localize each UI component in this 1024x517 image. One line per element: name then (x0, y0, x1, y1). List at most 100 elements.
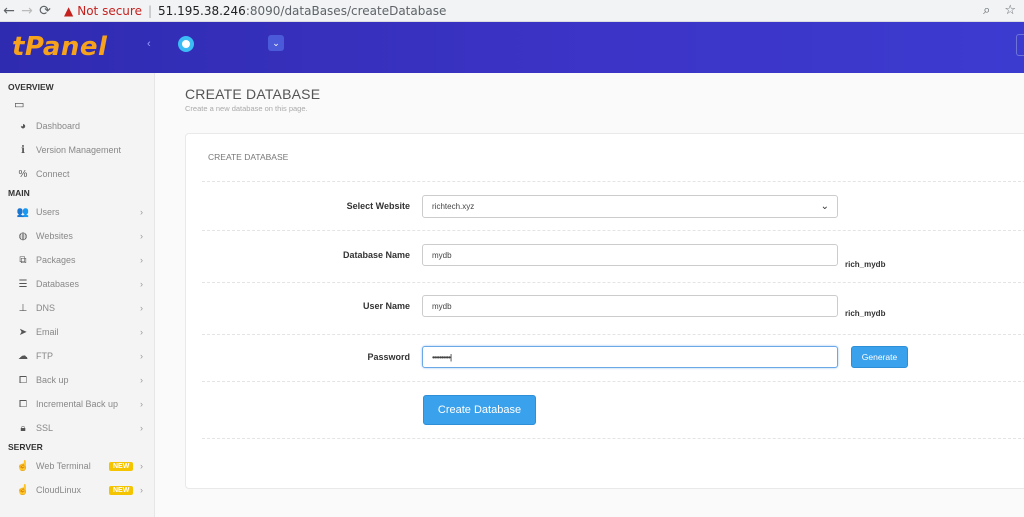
password-input[interactable]: •••••••••• | (422, 346, 838, 368)
sidebar-item-label: Web Terminal (36, 461, 91, 471)
chevron-right-icon: › (140, 423, 143, 433)
link-icon: % (18, 168, 28, 180)
sidebar-item-label: Users (36, 207, 60, 217)
url-separator: | (147, 3, 153, 18)
sidebar-item-packages[interactable]: ⧉ Packages › (0, 248, 154, 272)
select-website-dropdown[interactable]: richtech.xyz ⌄ (422, 195, 838, 218)
sidebar-section-server: SERVER (8, 442, 43, 452)
divider (202, 438, 1024, 439)
bookmark-star-icon[interactable]: ☆ (1004, 3, 1016, 18)
select-website-label: Select Website (346, 201, 410, 211)
user-name-label: User Name (362, 301, 410, 311)
sidebar-item-label: DNS (36, 303, 56, 313)
zoom-icon[interactable]: ⌕ (983, 3, 990, 18)
browser-toolbar: ← → ⟳ ▲ Not secure | 51.195.38.246:8090/… (0, 0, 1024, 22)
chevron-right-icon: › (140, 351, 143, 361)
users-icon: 👥 (16, 206, 30, 218)
sidebar-item-label: CloudLinux (36, 485, 82, 495)
divider (202, 381, 1024, 382)
divider (202, 334, 1024, 335)
chevron-right-icon: › (140, 279, 143, 289)
sidebar-item-websites[interactable]: ◍ Websites › (0, 224, 154, 248)
sidebar-item-ssl[interactable]: 🔒︎ SSL › (0, 416, 154, 440)
forward-icon[interactable]: → (18, 3, 36, 19)
browser-actions: ⌕ ☆ (983, 3, 1016, 18)
sidebar-item-users[interactable]: 👥 Users › (0, 200, 154, 224)
copy-icon: ⧠ (19, 374, 27, 386)
sidebar-item-ftp[interactable]: ☁ FTP › (0, 344, 154, 368)
sidebar-item-backup[interactable]: ⧠ Back up › (0, 368, 154, 392)
page-title: CREATE DATABASE (185, 86, 321, 102)
warning-icon[interactable]: ▲ (64, 4, 73, 18)
generate-button[interactable]: Generate (851, 346, 908, 368)
page-subtitle: Create a new database on this page. (185, 104, 308, 113)
header-edge-button[interactable] (1016, 34, 1024, 56)
url-host: 51.195.38.246 (158, 3, 246, 18)
chevron-right-icon: › (140, 461, 143, 471)
reload-icon[interactable]: ⟳ (36, 3, 54, 19)
not-secure-label[interactable]: Not secure (77, 4, 142, 18)
sidebar-item-label: SSL (36, 423, 54, 433)
sidebar-section-main: MAIN (8, 188, 30, 198)
chevron-down-icon: ⌄ (820, 201, 829, 212)
password-label: Password (367, 352, 410, 362)
card-title: CREATE DATABASE (208, 152, 289, 162)
info-icon: i (21, 144, 25, 156)
chevron-right-icon: › (140, 375, 143, 385)
sidebar-item-email[interactable]: ➤ Email › (0, 320, 154, 344)
sidebar-item-cloudlinux[interactable]: ☝ CloudLinux NEW › (0, 478, 154, 502)
sidebar-section-overview: OVERVIEW (8, 82, 54, 92)
top-header: tPanel ‹ ⌄ (0, 22, 1024, 73)
copy-icon: ⧠ (19, 398, 27, 410)
sidebar-item-label: FTP (36, 351, 53, 361)
text-cursor: | (450, 352, 453, 362)
database-name-value: mydb (432, 250, 452, 260)
main-content: CREATE DATABASE Create a new database on… (155, 73, 1024, 517)
chevron-right-icon: › (140, 399, 143, 409)
avatar-icon (182, 40, 190, 48)
chevron-right-icon: › (140, 255, 143, 265)
cloud-upload-icon: ☁ (18, 350, 28, 362)
sidebar-item-dns[interactable]: ⊥ DNS › (0, 296, 154, 320)
sidebar-item-label: Packages (36, 255, 76, 265)
database-name-input[interactable]: mydb (422, 244, 838, 266)
back-icon[interactable]: ← (0, 3, 18, 19)
select-website-value: richtech.xyz (432, 202, 475, 211)
chevron-right-icon: › (140, 303, 143, 313)
monitor-icon: ▭ (14, 98, 25, 111)
chevron-right-icon: › (140, 231, 143, 241)
sitemap-icon: ⊥ (18, 302, 28, 314)
database-name-label: Database Name (342, 250, 410, 260)
sidebar-item-dashboard[interactable]: ◕ Dashboard (0, 114, 154, 138)
chevron-right-icon: › (140, 207, 143, 217)
chevron-down-icon[interactable]: ⌄ (268, 35, 284, 51)
divider (202, 282, 1024, 283)
sidebar-item-databases[interactable]: ☰ Databases › (0, 272, 154, 296)
sidebar-item-label: Databases (36, 279, 80, 289)
sidebar-item-label: Incremental Back up (36, 399, 119, 409)
sidebar-item-version-management[interactable]: i Version Management (0, 138, 154, 162)
sidebar-collapse-icon[interactable]: ‹ (147, 38, 151, 50)
sidebar-item-label: Connect (36, 169, 70, 179)
sidebar-item-label: Version Management (36, 145, 122, 155)
address-bar[interactable]: 51.195.38.246:8090/dataBases/createDatab… (158, 4, 446, 18)
lock-icon: 🔒︎ (20, 422, 26, 434)
new-badge: NEW (109, 485, 134, 495)
create-database-button[interactable]: Create Database (423, 395, 536, 425)
sidebar-item-incremental-backup[interactable]: ⧠ Incremental Back up › (0, 392, 154, 416)
user-name-input[interactable]: mydb (422, 295, 838, 317)
pointer-icon: ☝ (16, 460, 30, 472)
cubes-icon: ⧉ (19, 254, 27, 266)
chevron-right-icon: › (140, 485, 143, 495)
password-value: •••••••••• (432, 352, 451, 362)
user-name-preview: rich_mydb (845, 309, 886, 318)
sidebar: OVERVIEW ▭ ◕ Dashboard i Version Managem… (0, 73, 155, 517)
sidebar-item-label: Websites (36, 231, 73, 241)
sidebar-item-connect[interactable]: % Connect (0, 162, 154, 186)
sidebar-item-web-terminal[interactable]: ☝ Web Terminal NEW › (0, 454, 154, 478)
user-avatar[interactable] (178, 36, 194, 52)
sidebar-item-label: Back up (36, 375, 69, 385)
new-badge: NEW (109, 461, 134, 471)
divider (202, 181, 1024, 182)
app-logo[interactable]: tPanel (12, 32, 107, 62)
